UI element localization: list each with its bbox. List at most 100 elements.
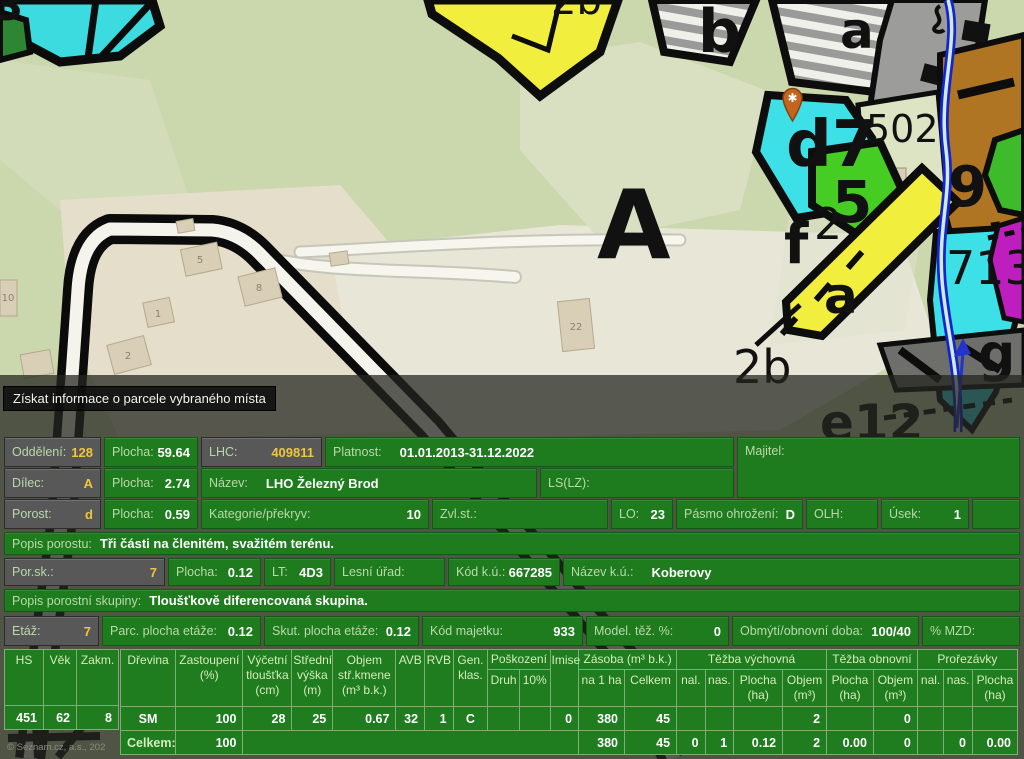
field-kategorie: Kategorie/překryv:10 xyxy=(201,499,429,529)
cell-total-zastoupeni: 100 xyxy=(176,731,243,755)
key-oddeleni[interactable]: Oddělení:128 xyxy=(4,437,101,467)
stand-table-main: Dřevina Zastoupení (%) Výčetní tloušťka … xyxy=(120,649,1018,755)
cell-zakm: 8 xyxy=(77,706,119,730)
cell-na1ha: 380 xyxy=(579,707,625,731)
cell-stredni: 25 xyxy=(292,707,333,731)
field-majitel: Majitel: xyxy=(737,437,1020,498)
col-header-gen-klas: Gen. klas. xyxy=(453,650,488,707)
field-obmyti: Obmýtí/obnovní doba:100/40 xyxy=(732,616,919,646)
field-pasmo-ohrozeni: Pásmo ohrožení:D xyxy=(676,499,803,529)
field-kod-majetku: Kód majetku:933 xyxy=(422,616,583,646)
building-number: 5 xyxy=(197,255,203,266)
map-label-stand-b: b xyxy=(698,0,741,67)
field-mzd: % MZD: xyxy=(922,616,1020,646)
table-row-species: SM 100 28 25 0.67 32 1 C 0 380 45 2 0 xyxy=(121,707,1018,731)
cell-total-nal-2 xyxy=(917,731,944,755)
col-header-zasoba-celkem: Celkem xyxy=(625,670,677,707)
key-etaz[interactable]: Etáž:7 xyxy=(4,616,99,646)
col-header-zakm: Zakm. xyxy=(77,650,119,706)
field-zvlst: Zvl.st.: xyxy=(432,499,608,529)
group-header-prorezavky: Prořezávky xyxy=(917,650,1017,670)
map-label-stand-a-hatch: a xyxy=(840,2,874,60)
col-header-vek: Věk xyxy=(44,650,77,706)
col-header-plocha-2: Plocha (ha) xyxy=(827,670,874,707)
cell-zastoupeni: 100 xyxy=(176,707,243,731)
col-header-zastoupeni: Zastoupení (%) xyxy=(176,650,243,707)
cell-total-objem-2: 0 xyxy=(873,731,917,755)
table-row: 451 62 8 xyxy=(5,706,119,730)
group-header-tezba-vychovna: Těžba výchovná xyxy=(677,650,827,670)
building-number: 22 xyxy=(570,322,583,333)
field-popis-porostu: Popis porostu:Tři části na členitém, sva… xyxy=(4,532,1020,555)
cell-total-nas-1: 1 xyxy=(705,731,734,755)
map-label-stand-2b-top: 2b xyxy=(551,0,602,24)
map-label-stand-a-big: A xyxy=(597,171,671,281)
cell-druh xyxy=(488,707,520,731)
map-label-stand-f-index: 2 xyxy=(814,199,842,250)
key-dilec[interactable]: Dílec:A xyxy=(4,468,101,498)
info-tooltip: Získat informace o parcele vybraného mís… xyxy=(3,386,276,411)
col-header-imise: Imise xyxy=(550,650,579,707)
field-usek: Úsek:1 xyxy=(881,499,969,529)
col-header-nas-1: nas. xyxy=(705,670,734,707)
key-porost[interactable]: Porost:d xyxy=(4,499,101,529)
field-lslz: LS(LZ): xyxy=(540,468,734,498)
col-header-plocha-3: Plocha (ha) xyxy=(972,670,1017,707)
field-value: 128 xyxy=(71,445,93,460)
col-header-10pct: 10% xyxy=(519,670,550,707)
group-header-zasoba: Zásoba (m³ b.k.) xyxy=(579,650,677,670)
svg-text:✱: ✱ xyxy=(787,91,797,105)
col-header-objem-2: Objem (m³) xyxy=(873,670,917,707)
map-label-stand-3: 3 xyxy=(0,0,23,30)
empty-cell xyxy=(972,499,1020,529)
col-header-drevina: Dřevina xyxy=(121,650,176,707)
field-lt: LT:4D3 xyxy=(264,558,331,586)
cell-drevina: SM xyxy=(121,707,176,731)
building-number: 8 xyxy=(256,283,262,294)
cell-nas-2 xyxy=(944,707,973,731)
cell-nal-2 xyxy=(917,707,944,731)
cell-total-span xyxy=(243,731,579,755)
cell-plocha-1 xyxy=(734,707,783,731)
field-kod-ku: Kód k.ú.:667285 xyxy=(448,558,560,586)
key-porsk[interactable]: Por.sk.:7 xyxy=(4,558,165,586)
forest-map-app: 5 8 1 2 22 10 xyxy=(0,0,1024,759)
cell-total-label: Celkem: xyxy=(121,731,176,755)
cell-avb: 32 xyxy=(396,707,425,731)
col-header-objem-kmene: Objem stř.kmene (m³ b.k.) xyxy=(333,650,396,707)
field-platnost: Platnost:01.01.2013-31.12.2022 xyxy=(325,437,734,467)
cell-gen-klas: C xyxy=(453,707,488,731)
col-header-na1ha: na 1 ha xyxy=(579,670,625,707)
group-header-tezba-obnovni: Těžba obnovní xyxy=(827,650,918,670)
map-label-stand-a-strip: a xyxy=(824,267,858,325)
col-header-nas-2: nas. xyxy=(944,670,973,707)
building-number: 10 xyxy=(2,293,15,304)
cell-vycetni: 28 xyxy=(243,707,292,731)
col-header-nal-1: nal. xyxy=(677,670,706,707)
field-plocha-porsk: Plocha:0.12 xyxy=(168,558,261,586)
cell-imise: 0 xyxy=(550,707,579,731)
cell-plocha-2 xyxy=(827,707,874,731)
cell-10pct xyxy=(519,707,550,731)
map-label-parcel-713: 713 xyxy=(946,241,1024,295)
field-plocha-oddeleni: Plocha:59.64 xyxy=(104,437,198,467)
col-header-vycetni-tloustka: Výčetní tloušťka (cm) xyxy=(243,650,292,707)
cell-nas-1 xyxy=(705,707,734,731)
cell-total-zasoba: 45 xyxy=(625,731,677,755)
col-header-plocha-1: Plocha (ha) xyxy=(734,670,783,707)
key-lhc[interactable]: LHC:409811 xyxy=(201,437,322,467)
cell-total-nal-1: 0 xyxy=(677,731,706,755)
field-lesni-urad: Lesní úřad: xyxy=(334,558,445,586)
cell-vek: 62 xyxy=(44,706,77,730)
field-skut-plocha-etaze: Skut. plocha etáže:0.12 xyxy=(264,616,419,646)
cell-objem-2: 0 xyxy=(873,707,917,731)
cell-total-objem-1: 2 xyxy=(783,731,827,755)
building-number: 1 xyxy=(155,309,161,320)
col-header-druh: Druh xyxy=(488,670,520,707)
cell-rvb: 1 xyxy=(425,707,454,731)
col-header-rvb: RVB xyxy=(425,650,454,707)
field-olh: OLH: xyxy=(806,499,878,529)
col-header-hs: HS xyxy=(5,650,44,706)
group-header-poskozeni: Poškození xyxy=(488,650,550,670)
field-parc-plocha-etaze: Parc. plocha etáže:0.12 xyxy=(102,616,261,646)
